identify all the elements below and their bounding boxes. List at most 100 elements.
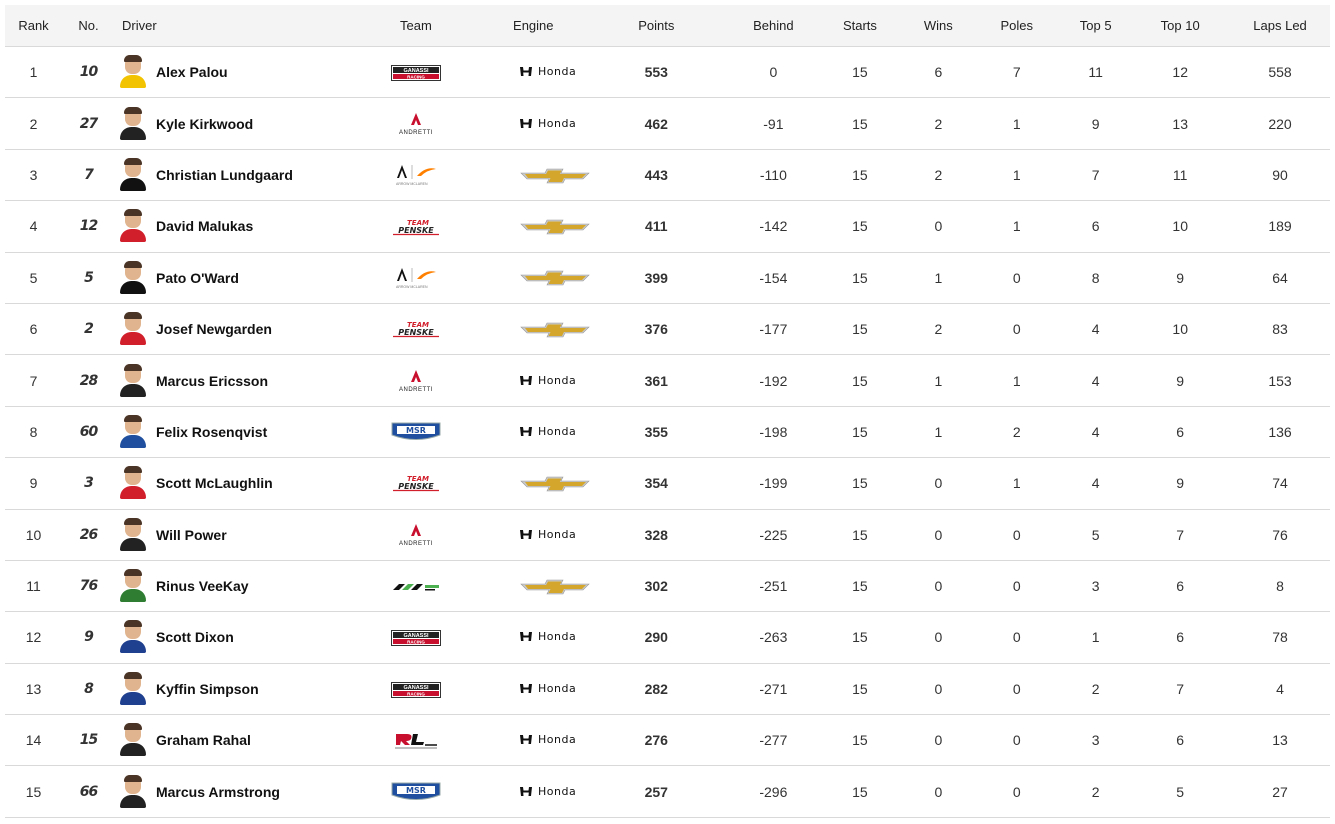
driver-name-link[interactable]: Kyle Kirkwood (156, 116, 253, 132)
standings-row[interactable]: 9 3 Scott McLaughlin TEAM PENSKE 354 -19… (5, 457, 1330, 510)
standings-row[interactable]: 12 9 Scott Dixon GANASSI RACING Honda 29… (5, 611, 1330, 664)
driver-name-link[interactable]: David Malukas (156, 218, 253, 234)
header-driver[interactable]: Driver (114, 5, 327, 47)
driver-cell: Marcus Ericsson (114, 354, 327, 407)
header-wins[interactable]: Wins (904, 5, 973, 47)
standings-row[interactable]: 15 66 Marcus Armstrong MSR Honda 257 -29… (5, 765, 1330, 818)
laps-led-cell: 64 (1230, 252, 1330, 304)
driver-name-link[interactable]: Scott Dixon (156, 629, 234, 645)
standings-row[interactable]: 1 10 Alex Palou GANASSI RACING Honda 553… (5, 45, 1330, 99)
rank-cell: 7 (5, 354, 63, 407)
standings-row[interactable]: 2 27 Kyle Kirkwood ANDRETTI Honda 462 -9… (5, 97, 1330, 150)
header-top5[interactable]: Top 5 (1061, 5, 1131, 47)
poles-cell: 0 (972, 765, 1062, 818)
wins-cell: 2 (904, 303, 973, 356)
andretti-logo-icon: ANDRETTI (399, 523, 432, 547)
top5-cell: 4 (1061, 303, 1131, 356)
standings-row[interactable]: 5 5 Pato O'Ward ARROW MCLAREN 399 -154 1… (5, 252, 1330, 304)
header-engine[interactable]: Engine (505, 5, 582, 47)
top5-cell: 3 (1061, 714, 1131, 767)
honda-engine: Honda (519, 682, 576, 695)
header-starts[interactable]: Starts (815, 5, 905, 47)
header-poles[interactable]: Poles (972, 5, 1062, 47)
honda-label: Honda (538, 630, 577, 644)
car-number: 9 (62, 611, 115, 664)
driver-name-link[interactable]: Scott McLaughlin (156, 475, 273, 491)
header-points[interactable]: Points (581, 5, 732, 47)
driver-name-link[interactable]: Will Power (156, 527, 227, 543)
standings-row[interactable]: 11 76 Rinus VeeKay 302 -251 15 0 0 3 6 8 (5, 560, 1330, 613)
driver-headshot (119, 569, 146, 603)
team-cell: TEAM PENSKE (326, 200, 506, 253)
chevrolet-bowtie-icon (520, 579, 590, 595)
honda-label: Honda (538, 784, 577, 798)
points-cell: 354 (581, 457, 732, 510)
driver-name-link[interactable]: Kyffin Simpson (156, 681, 259, 697)
driver-name-link[interactable]: Graham Rahal (156, 732, 251, 748)
standings-row[interactable]: 14 15 Graham Rahal Honda 276 -277 15 0 0… (5, 714, 1330, 767)
driver-name-link[interactable]: Alex Palou (156, 64, 228, 80)
starts-cell: 15 (815, 663, 905, 716)
car-number: 3 (62, 457, 115, 510)
rank-cell: 8 (5, 406, 63, 459)
chevrolet-bowtie-icon (520, 219, 590, 235)
driver-name-link[interactable]: Felix Rosenqvist (156, 424, 267, 440)
driver-name-link[interactable]: Marcus Armstrong (156, 784, 280, 800)
standings-row[interactable]: 8 60 Felix Rosenqvist MSR Honda 355 -198… (5, 406, 1330, 459)
poles-cell: 1 (972, 354, 1062, 407)
rank-cell: 5 (5, 252, 63, 304)
standings-row[interactable]: 13 8 Kyffin Simpson GANASSI RACING Honda (5, 663, 1330, 716)
rank-cell: 2 (5, 97, 63, 150)
wins-cell: 0 (904, 560, 973, 613)
engine-cell: Honda (505, 509, 582, 561)
driver-name-link[interactable]: Rinus VeeKay (156, 578, 249, 594)
poles-cell: 1 (972, 200, 1062, 253)
car-number: 76 (62, 560, 115, 613)
team-cell: MSR (326, 765, 506, 818)
starts-cell: 15 (815, 303, 905, 356)
top5-cell: 7 (1061, 149, 1131, 202)
engine-cell: Honda (505, 354, 582, 407)
engine-cell: Honda (505, 765, 582, 818)
rank-cell: 6 (5, 303, 63, 356)
header-top10[interactable]: Top 10 (1130, 5, 1231, 47)
top10-cell: 5 (1130, 765, 1231, 818)
starts-cell: 15 (815, 714, 905, 767)
standings-row[interactable]: 10 26 Will Power ANDRETTI Honda 328 -225… (5, 509, 1330, 561)
team-cell: MSR (326, 406, 506, 459)
header-rank[interactable]: Rank (5, 5, 63, 47)
header-behind[interactable]: Behind (731, 5, 816, 47)
laps-led-cell: 220 (1230, 97, 1330, 150)
behind-cell: -271 (731, 663, 816, 716)
car-number: 26 (62, 509, 115, 561)
poles-cell: 1 (972, 97, 1062, 150)
arrow-mclaren-logo-icon: ARROW MCLAREN (396, 164, 436, 186)
engine-cell (505, 457, 590, 510)
laps-led-cell: 189 (1230, 200, 1330, 253)
driver-headshot (119, 774, 146, 808)
team-cell (326, 714, 506, 767)
car-number: 27 (62, 97, 115, 150)
standings-row[interactable]: 3 7 Christian Lundgaard ARROW MCLAREN 44… (5, 149, 1330, 202)
team-cell: ANDRETTI (326, 509, 506, 561)
header-laps-led[interactable]: Laps Led (1230, 5, 1330, 47)
driver-name-link[interactable]: Christian Lundgaard (156, 167, 293, 183)
wins-cell: 1 (904, 406, 973, 459)
header-no[interactable]: No. (62, 5, 115, 47)
top10-cell: 9 (1130, 354, 1231, 407)
standings-row[interactable]: 7 28 Marcus Ericsson ANDRETTI Honda 361 … (5, 354, 1330, 407)
driver-name-link[interactable]: Josef Newgarden (156, 321, 272, 337)
behind-cell: -198 (731, 406, 816, 459)
driver-cell: Marcus Armstrong (114, 765, 327, 818)
driver-name-link[interactable]: Marcus Ericsson (156, 373, 268, 389)
driver-name-link[interactable]: Pato O'Ward (156, 270, 239, 286)
engine-cell (505, 149, 590, 202)
points-cell: 443 (581, 149, 732, 202)
driver-headshot (119, 260, 146, 294)
header-team[interactable]: Team (326, 5, 506, 47)
wins-cell: 0 (904, 611, 973, 664)
standings-row[interactable]: 6 2 Josef Newgarden TEAM PENSKE 376 -177… (5, 303, 1330, 356)
honda-engine: Honda (519, 528, 576, 541)
engine-cell (505, 303, 590, 356)
standings-row[interactable]: 4 12 David Malukas TEAM PENSKE 411 -142 … (5, 200, 1330, 253)
